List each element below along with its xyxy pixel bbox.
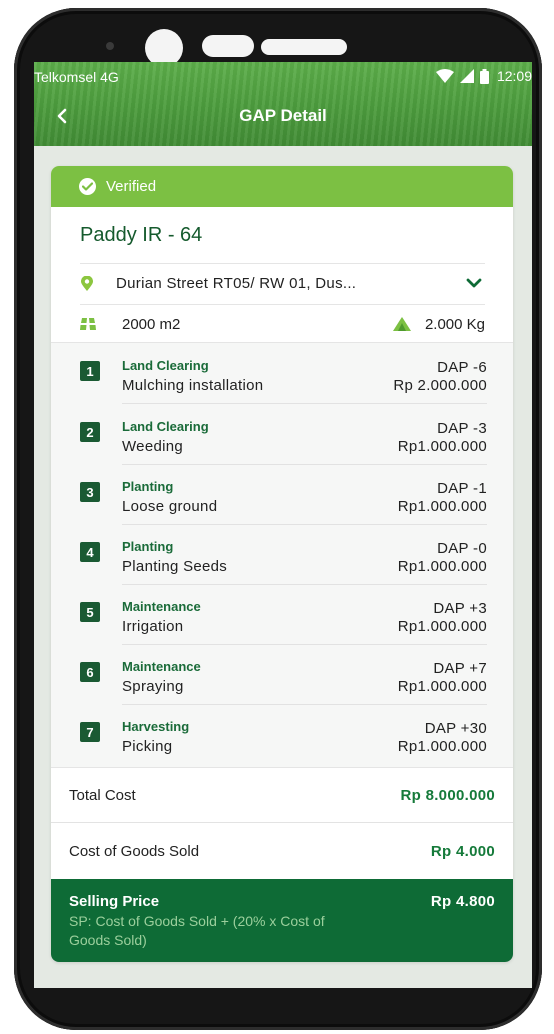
activity-dap: DAP -0 [437,540,487,557]
activity-number: 6 [80,662,100,682]
app-screen: Telkomsel 4G 12:09 GAP Detail Verified P… [34,62,532,988]
activity-task: Planting Seeds [122,558,228,575]
clock-time: 12:09 [496,68,532,84]
map-pin-icon [80,275,94,291]
cogs-value: Rp 4.000 [430,842,495,860]
chevron-down-icon[interactable] [463,278,485,288]
sensor-dot [106,42,114,50]
yield-value: 2.000 Kg [424,315,485,333]
activity-category: Planting [122,539,174,554]
earpiece-right [261,39,347,55]
status-icons: 12:09 [435,68,532,84]
battery-icon [479,68,489,84]
carrier-label: Telkomsel 4G [34,69,119,85]
land-stats-row: 2000 m2 2.000 Kg [80,306,485,342]
selling-price-panel: Selling Price Rp 4.800 SP: Cost of Goods… [51,879,513,962]
activity-item[interactable]: 7 Harvesting Picking DAP +30 Rp1.000.000 [80,704,487,764]
activity-cost: Rp 2.000.000 [393,377,487,394]
selling-price-value: Rp 4.800 [430,893,495,910]
gap-detail-card: Verified Paddy IR - 64 Durian Street RT0… [51,166,513,962]
activity-item[interactable]: 2 Land Clearing Weeding DAP -3 Rp1.000.0… [80,404,487,464]
selling-price-formula: SP: Cost of Goods Sold + (20% x Cost of … [69,913,325,948]
activity-dap: DAP -3 [437,420,487,437]
activity-cost: Rp1.000.000 [397,438,487,455]
activity-category: Maintenance [122,659,201,674]
signal-icon [459,69,474,83]
land-area-value: 2000 m2 [122,315,181,333]
activity-item[interactable]: 6 Maintenance Spraying DAP +7 Rp1.000.00… [80,644,487,704]
divider [80,304,485,305]
check-circle-icon [79,178,96,195]
activity-number: 4 [80,542,100,562]
address-text: Durian Street RT05/ RW 01, Dus... [116,274,357,292]
app-header: Telkomsel 4G 12:09 GAP Detail [34,62,532,146]
activity-task: Picking [122,738,173,755]
activity-item[interactable]: 1 Land Clearing Mulching installation DA… [80,343,487,403]
activity-item[interactable]: 3 Planting Loose ground DAP -1 Rp1.000.0… [80,464,487,524]
activity-list: 1 Land Clearing Mulching installation DA… [51,342,513,768]
activity-dap: DAP +7 [433,660,487,677]
activity-task: Mulching installation [122,377,264,394]
verified-banner: Verified [51,166,513,207]
activity-category: Land Clearing [122,419,209,434]
activity-task: Irrigation [122,618,184,635]
activity-category: Land Clearing [122,358,209,373]
activity-dap: DAP -1 [437,480,487,497]
earpiece-left [202,35,254,57]
activity-cost: Rp1.000.000 [397,558,487,575]
activity-dap: DAP +3 [433,600,487,617]
activity-item[interactable]: 4 Planting Planting Seeds DAP -0 Rp1.000… [80,524,487,584]
cogs-label: Cost of Goods Sold [69,842,200,860]
activity-category: Harvesting [122,719,190,734]
field-area-icon [80,318,96,330]
verified-label: Verified [106,178,157,195]
activity-task: Spraying [122,678,184,695]
activity-category: Planting [122,479,174,494]
wifi-icon [435,69,454,83]
crop-name: Paddy IR - 64 [80,224,203,246]
activity-cost: Rp1.000.000 [397,618,487,635]
activity-task: Weeding [122,438,184,455]
total-cost-row: Total Cost Rp 8.000.000 [51,768,513,823]
activity-number: 5 [80,602,100,622]
activity-number: 1 [80,361,100,381]
selling-price-row: Selling Price Rp 4.800 [69,893,495,910]
activity-number: 3 [80,482,100,502]
page-title: GAP Detail [239,106,327,125]
activity-item[interactable]: 5 Maintenance Irrigation DAP +3 Rp1.000.… [80,584,487,644]
activity-dap: DAP +30 [424,720,487,737]
activity-dap: DAP -6 [437,359,487,376]
activity-number: 2 [80,422,100,442]
total-cost-label: Total Cost [69,786,136,804]
activity-cost: Rp1.000.000 [397,678,487,695]
activity-task: Loose ground [122,498,218,515]
harvest-pile-icon [392,317,411,331]
activity-number: 7 [80,722,100,742]
status-bar: Telkomsel 4G 12:09 [34,62,532,90]
activity-cost: Rp1.000.000 [397,738,487,755]
activity-category: Maintenance [122,599,201,614]
activity-cost: Rp1.000.000 [397,498,487,515]
total-cost-value: Rp 8.000.000 [400,786,495,804]
selling-price-label: Selling Price [69,893,160,910]
address-row[interactable]: Durian Street RT05/ RW 01, Dus... [80,263,485,303]
cogs-row: Cost of Goods Sold Rp 4.000 [51,823,513,879]
